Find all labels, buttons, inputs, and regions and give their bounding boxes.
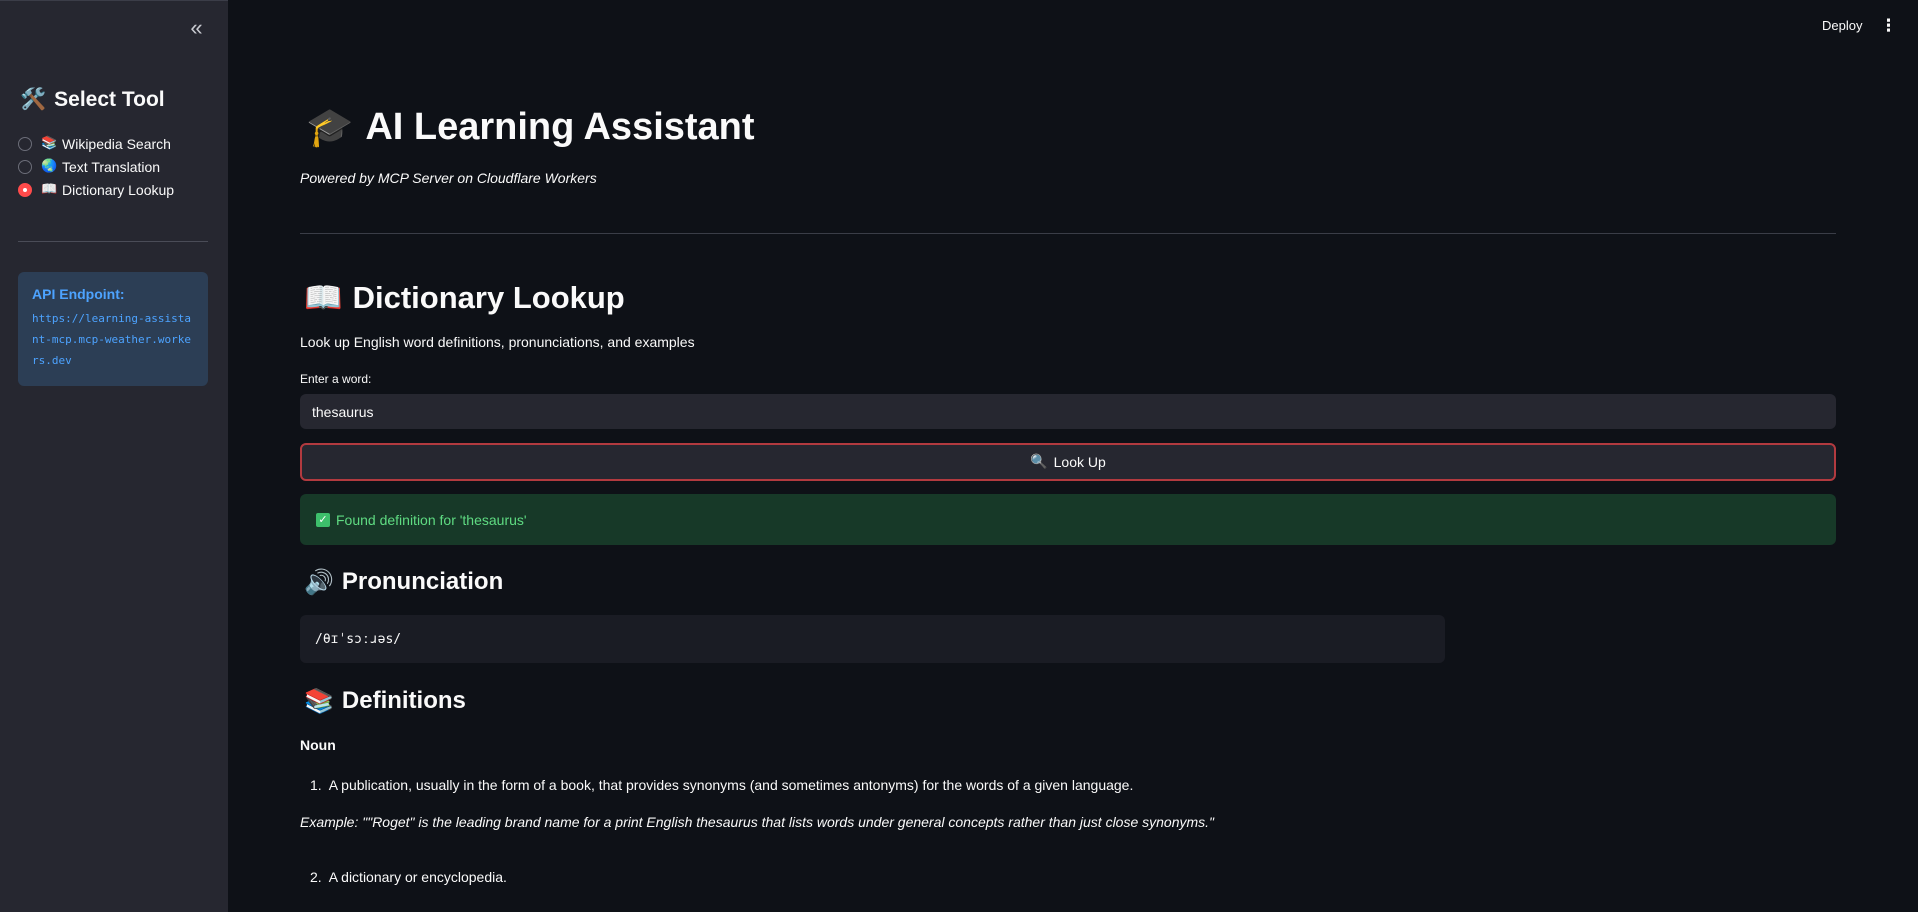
part-of-speech: Noun (300, 737, 336, 753)
look-up-button-label: Look Up (1053, 454, 1106, 470)
sidebar-heading: 🛠️ Select Tool (20, 87, 165, 112)
api-endpoint-title: API Endpoint: (32, 286, 125, 302)
open-book-icon: 📖 (304, 280, 343, 316)
speaker-icon: 🔊 (304, 568, 334, 596)
radio-button-selected[interactable] (18, 182, 32, 197)
definition-number: 2. (310, 869, 322, 885)
success-alert: ✓ Found definition for 'thesaurus' (300, 494, 1836, 545)
radio-label: Wikipedia Search (62, 135, 171, 152)
main-menu-icon[interactable]: ⋮ (1880, 16, 1897, 36)
tools-icon: 🛠️ (20, 87, 47, 111)
success-message: Found definition for 'thesaurus' (336, 511, 527, 528)
pronunciation-code-block: /θɪˈsɔːɹəs/ (300, 615, 1445, 663)
radio-button[interactable] (18, 159, 32, 174)
tool-radio-group: 📚 Wikipedia Search 🌏 Text Translation 📖 … (18, 132, 174, 201)
definition-text: A publication, usually in the form of a … (328, 777, 1134, 793)
app-root: « 🛠️ Select Tool 📚 Wikipedia Search 🌏 Te… (0, 0, 1918, 912)
api-endpoint-url: https://learning-assistant-mcp.mcp-weath… (32, 312, 191, 367)
divider (300, 233, 1836, 234)
radio-wikipedia-search[interactable]: 📚 Wikipedia Search (18, 132, 174, 155)
radio-label: Dictionary Lookup (62, 181, 175, 198)
page-subtitle: Powered by MCP Server on Cloudflare Work… (300, 170, 597, 186)
section-title: 📖 Dictionary Lookup (304, 279, 625, 317)
radio-label: Text Translation (62, 158, 161, 175)
word-input[interactable] (300, 394, 1836, 429)
sidebar-heading-text: Select Tool (54, 87, 165, 111)
definition-number: 1. (310, 777, 322, 793)
magnifier-icon: 🔍 (1030, 454, 1048, 470)
definition-item: 1. A publication, usually in the form of… (310, 777, 1133, 793)
definitions-heading-text: Definitions (341, 687, 466, 714)
radio-text-translation[interactable]: 🌏 Text Translation (18, 155, 174, 178)
definitions-heading: 📚 Definitions (304, 687, 466, 715)
page-title: 🎓 AI Learning Assistant (306, 105, 755, 150)
books-icon: 📚 (304, 687, 334, 715)
graduation-cap-icon: 🎓 (306, 105, 354, 149)
api-endpoint-info: API Endpoint: https://learning-assistant… (18, 272, 208, 386)
radio-dictionary-lookup[interactable]: 📖 Dictionary Lookup (18, 178, 174, 201)
pronunciation-text: /θɪˈsɔːɹəs/ (315, 631, 402, 647)
definition-text: A dictionary or encyclopedia. (328, 869, 507, 885)
page-title-text: AI Learning Assistant (365, 106, 755, 148)
radio-button[interactable] (18, 136, 32, 151)
globe-icon: 🌏 (41, 159, 58, 174)
definition-example: Example: ""Roget" is the leading brand n… (300, 814, 1215, 830)
pronunciation-heading-text: Pronunciation (341, 568, 504, 595)
look-up-button[interactable]: 🔍 Look Up (300, 443, 1836, 481)
section-description: Look up English word definitions, pronun… (300, 334, 695, 350)
check-icon: ✓ (316, 512, 330, 527)
section-title-text: Dictionary Lookup (352, 279, 625, 315)
pronunciation-heading: 🔊 Pronunciation (304, 568, 503, 596)
sidebar: « 🛠️ Select Tool 📚 Wikipedia Search 🌏 Te… (0, 0, 228, 912)
word-input-label: Enter a word: (300, 372, 372, 386)
sidebar-divider (18, 241, 208, 242)
deploy-button[interactable]: Deploy (1822, 18, 1862, 33)
open-book-icon: 📖 (41, 182, 58, 197)
definition-item: 2. A dictionary or encyclopedia. (310, 869, 507, 885)
collapse-sidebar-icon[interactable]: « (183, 17, 207, 41)
books-icon: 📚 (41, 136, 58, 151)
